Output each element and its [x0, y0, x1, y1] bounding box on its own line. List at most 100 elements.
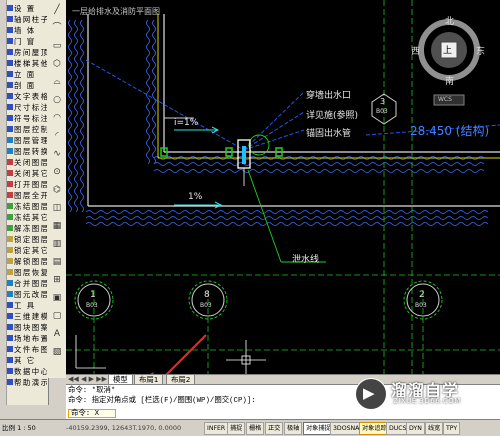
status-toggle-button[interactable]: 捕捉 [227, 422, 246, 435]
axis-tag-3: B03 [376, 108, 388, 115]
cursor-crosshair [226, 340, 266, 374]
sidebar-item[interactable]: 图层转换 [7, 145, 47, 156]
sidebar-item[interactable]: 楼梯其他 [7, 57, 47, 68]
axis-label-2: 2 [419, 290, 425, 300]
sidebar-item[interactable]: 冻结图层 [7, 200, 47, 211]
sidebar-item-icon [7, 225, 13, 231]
compass-north: 北 [445, 17, 455, 27]
compass[interactable] [418, 19, 480, 106]
label-slope-bottom: 1% [188, 192, 203, 202]
sidebar-item[interactable]: 图层全开 [7, 189, 47, 200]
status-toggle-button[interactable]: 极轴 [284, 422, 303, 435]
draw-tool-icon[interactable]: ⌓ [51, 76, 63, 88]
draw-tool-icon[interactable]: ∿ [51, 148, 63, 160]
sidebar-item[interactable]: 帮助演示 [7, 376, 47, 387]
sidebar-item-label: 图层恢复 [14, 267, 47, 277]
sidebar-item[interactable]: 三维建模 [7, 310, 47, 321]
palette-grip[interactable] [0, 0, 7, 405]
draw-toolbar: ╱ ⌒ ▭ ⬡ ⌓ ○ ◠ ◜ ∿ ⊙ ⌬ ◫ ▦ ▥ ▤ ⊞ ▣ ▢ A ▧ [48, 0, 67, 378]
sidebar-item[interactable]: 图元改层 [7, 288, 47, 299]
status-toggle-button[interactable]: TPY [443, 422, 461, 435]
sidebar-item[interactable]: 轴网柱子 [7, 13, 47, 24]
draw-tool-icon[interactable]: ⊙ [51, 166, 63, 178]
sidebar-item-label: 剖 面 [14, 80, 36, 90]
draw-tool-icon[interactable]: ◫ [51, 202, 63, 214]
sidebar-item[interactable]: 关闭其它 [7, 167, 47, 178]
sidebar-item[interactable]: 图层恢复 [7, 266, 47, 277]
sidebar-item[interactable]: 工 具 [7, 299, 47, 310]
watermark-url: ZIXUE.3D66.COM [393, 397, 461, 405]
draw-tool-icon[interactable]: ▦ [51, 220, 63, 232]
watermark-logo: ▶ 溜溜自学 ZIXUE.3D66.COM [355, 378, 500, 410]
sidebar-item[interactable]: 剖 面 [7, 79, 47, 90]
sidebar-item[interactable]: 房间屋顶 [7, 46, 47, 57]
draw-tool-icon[interactable]: ╱ [51, 4, 63, 16]
status-toggle-button[interactable]: 栅格 [246, 422, 265, 435]
sidebar-item-icon [7, 280, 13, 286]
sidebar-item[interactable]: 其 它 [7, 354, 47, 365]
axis-tag-1: B03 [86, 302, 98, 309]
sidebar-item[interactable]: 解锁图层 [7, 255, 47, 266]
sidebar-item-label: 楼梯其他 [14, 58, 47, 68]
sidebar-item[interactable]: 尺寸标注 [7, 101, 47, 112]
sidebar-item[interactable]: 图层管理 [7, 134, 47, 145]
sidebar-item-label: 立 面 [14, 69, 36, 79]
status-toggle-button[interactable]: INFER [204, 422, 229, 435]
label-drain-line: 泄水线 [292, 255, 320, 265]
sidebar-item-label: 图块图案 [14, 322, 47, 332]
sidebar-item[interactable]: 图块图案 [7, 321, 47, 332]
sidebar-item-icon [7, 60, 13, 66]
sidebar-item[interactable]: 冻结其它 [7, 211, 47, 222]
sidebar-item[interactable]: 墙 体 [7, 24, 47, 35]
sidebar-item[interactable]: 设 置 [7, 2, 47, 13]
draw-tool-icon[interactable]: ▢ [51, 310, 63, 322]
sidebar-item-label: 轴网柱子 [14, 14, 47, 24]
draw-tool-icon[interactable]: ◜ [51, 130, 63, 142]
sidebar-item-icon [7, 269, 13, 275]
sidebar-item[interactable]: 关闭图层 [7, 156, 47, 167]
draw-tool-icon[interactable]: ▧ [51, 346, 63, 358]
draw-tool-icon[interactable]: ⬡ [51, 58, 63, 70]
sidebar-item-icon [7, 192, 13, 198]
compass-top-view[interactable]: 上 [443, 43, 452, 56]
draw-tool-icon[interactable]: ○ [51, 94, 63, 106]
draw-tool-icon[interactable]: ⌒ [51, 22, 63, 34]
sidebar-item[interactable]: 场地布置 [7, 332, 47, 343]
draw-tool-icon[interactable]: ⌬ [51, 184, 63, 196]
label-anchor-pipe: 锚固出水管 [306, 129, 352, 139]
sidebar-item[interactable]: 门 窗 [7, 35, 47, 46]
command-input[interactable]: 命令: X [68, 409, 116, 418]
sidebar-item[interactable]: 合并图层 [7, 277, 47, 288]
draw-tool-icon[interactable]: ◠ [51, 112, 63, 124]
scale-display[interactable]: 比例 1 : 50 [2, 421, 36, 435]
draw-tool-icon[interactable]: ▣ [51, 292, 63, 304]
sidebar-item-icon [7, 115, 13, 121]
sidebar-item[interactable]: 立 面 [7, 68, 47, 79]
sidebar-item[interactable]: 解冻图层 [7, 222, 47, 233]
draw-tool-icon[interactable]: ⊞ [51, 274, 63, 286]
drawing-canvas[interactable]: 一层给排水及消防平面图 北 南 西 东 上 WCS 穿墙出水口 详见施(参照) … [66, 0, 500, 374]
sidebar-item[interactable]: 打开图层 [7, 178, 47, 189]
sidebar-item[interactable]: 数据中心 [7, 365, 47, 376]
sidebar-item[interactable]: 文件布图 [7, 343, 47, 354]
sidebar-item-label: 锁定其它 [14, 245, 47, 255]
status-toggle-button[interactable]: 正交 [265, 422, 284, 435]
sidebar-item[interactable]: 文字表格 [7, 90, 47, 101]
status-toggle-button[interactable]: DYN [406, 422, 425, 435]
draw-tool-icon[interactable]: ▭ [51, 40, 63, 52]
drain-leader [247, 134, 326, 263]
label-detail-ref: 详见施(参照) [306, 111, 359, 121]
sidebar-item[interactable]: 符号标注 [7, 112, 47, 123]
status-toggle-button[interactable]: 线宽 [425, 422, 444, 435]
wcs-label[interactable]: WCS [438, 96, 452, 103]
sidebar-item-label: 冻结图层 [14, 201, 47, 211]
draw-tool-icon[interactable]: A [51, 328, 63, 340]
draw-tool-icon[interactable]: ▥ [51, 238, 63, 250]
sidebar-item-icon [7, 27, 13, 33]
draw-tool-icon[interactable]: ▤ [51, 256, 63, 268]
tab-nav-first-icon[interactable]: ◀◀ ◀ ▶ ▶▶ [68, 375, 107, 384]
sidebar-item[interactable]: 图层控制 [7, 123, 47, 134]
sidebar-item[interactable]: 锁定其它 [7, 244, 47, 255]
sidebar-item-label: 文字表格 [14, 91, 47, 101]
sidebar-item[interactable]: 锁定图层 [7, 233, 47, 244]
